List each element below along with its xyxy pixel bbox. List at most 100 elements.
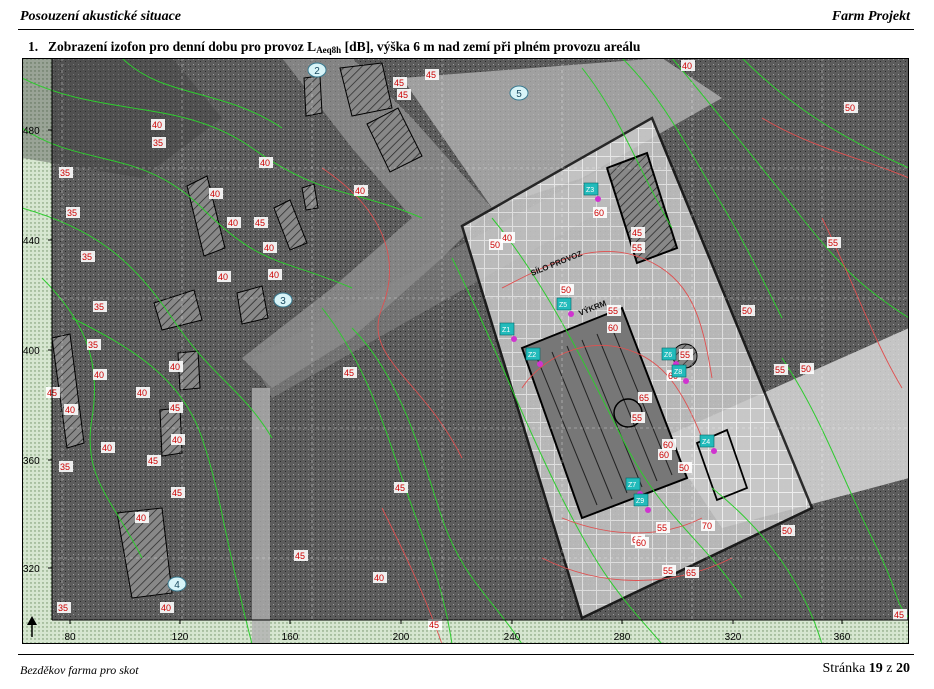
heading-subscript: Aeq8h xyxy=(316,45,342,55)
level-label: 35 xyxy=(58,603,68,613)
heading-text-2: [dB], výška 6 m nad zemí při plném provo… xyxy=(341,39,641,54)
source-label: Z9 xyxy=(636,498,644,505)
level-label: 70 xyxy=(702,521,712,531)
level-label: 40 xyxy=(137,388,147,398)
project-name: Bezděkov farma pro skot xyxy=(20,663,139,677)
source-label: Z3 xyxy=(586,187,594,194)
source-point-icon xyxy=(568,311,574,317)
level-label: 45 xyxy=(632,228,642,238)
level-label: 45 xyxy=(172,488,182,498)
source-point-icon xyxy=(595,196,601,202)
level-label: 60 xyxy=(636,538,646,548)
level-label: 40 xyxy=(65,405,75,415)
level-label: 40 xyxy=(502,233,512,243)
page-number: Stránka 19 z 20 xyxy=(823,661,910,677)
level-label: 45 xyxy=(426,70,436,80)
page-separator: z xyxy=(886,661,893,676)
source-label: Z4 xyxy=(702,439,710,446)
level-label: 45 xyxy=(398,90,408,100)
y-tick-label: 440 xyxy=(23,236,40,247)
x-tick-label: 320 xyxy=(725,632,742,643)
source-label: Z7 xyxy=(628,482,636,489)
level-label: 40 xyxy=(682,61,692,71)
level-label: 45 xyxy=(894,610,904,620)
source-label: Z2 xyxy=(528,352,536,359)
level-label: 35 xyxy=(60,462,70,472)
x-tick-label: 360 xyxy=(834,632,851,643)
level-label: 40 xyxy=(218,272,228,282)
level-label: 40 xyxy=(161,603,171,613)
level-label: 45 xyxy=(295,551,305,561)
section-number: 1. xyxy=(28,39,39,54)
level-label: 50 xyxy=(801,364,811,374)
level-label: 45 xyxy=(255,218,265,228)
document-title: Posouzení akustické situace xyxy=(20,9,182,24)
level-label: 40 xyxy=(374,573,384,583)
marker-label: 3 xyxy=(280,296,286,307)
level-label: 40 xyxy=(228,218,238,228)
source-label: Z8 xyxy=(674,369,682,376)
level-label: 35 xyxy=(67,208,77,218)
level-label: 40 xyxy=(94,370,104,380)
marker-label: 2 xyxy=(314,66,320,77)
y-tick-label: 360 xyxy=(23,456,40,467)
source-point-icon xyxy=(711,448,717,454)
level-label: 40 xyxy=(355,186,365,196)
source-label: Z6 xyxy=(664,352,672,359)
level-label: 50 xyxy=(742,306,752,316)
level-label: 40 xyxy=(152,120,162,130)
level-label: 55 xyxy=(608,306,618,316)
level-label: 35 xyxy=(88,340,98,350)
source-point-icon xyxy=(511,336,517,342)
y-tick-label: 480 xyxy=(23,126,40,137)
company-name: Farm Projekt xyxy=(831,9,910,24)
x-tick-label: 120 xyxy=(172,632,189,643)
x-tick-label: 160 xyxy=(282,632,299,643)
level-label: 40 xyxy=(210,189,220,199)
level-label: 55 xyxy=(828,238,838,248)
y-tick-label: 320 xyxy=(23,564,40,575)
level-label: 50 xyxy=(845,103,855,113)
level-label: 60 xyxy=(663,440,673,450)
level-label: 55 xyxy=(657,523,667,533)
level-label: 40 xyxy=(264,243,274,253)
level-label: 60 xyxy=(659,450,669,460)
level-label: 40 xyxy=(269,270,279,280)
level-label: 55 xyxy=(632,243,642,253)
source-point-icon xyxy=(683,378,689,384)
x-tick-label: 280 xyxy=(614,632,631,643)
level-label: 60 xyxy=(594,208,604,218)
level-label: 45 xyxy=(148,456,158,466)
level-label: 55 xyxy=(632,413,642,423)
level-label: 35 xyxy=(153,138,163,148)
marker-label: 4 xyxy=(174,580,180,591)
level-label: 40 xyxy=(170,362,180,372)
footer-rule xyxy=(18,654,914,655)
level-label: 55 xyxy=(663,566,673,576)
level-label: 65 xyxy=(639,393,649,403)
level-label: 45 xyxy=(429,620,439,630)
source-point-icon xyxy=(645,507,651,513)
level-label: 55 xyxy=(680,350,690,360)
source-label: Z5 xyxy=(559,302,567,309)
level-label: 50 xyxy=(490,240,500,250)
page-current: 19 xyxy=(868,661,883,676)
level-label: 45 xyxy=(344,368,354,378)
x-tick-label: 200 xyxy=(393,632,410,643)
source-label: Z1 xyxy=(502,327,510,334)
source-point-icon xyxy=(537,361,543,367)
level-label: 45 xyxy=(395,483,405,493)
section-heading: 1. Zobrazení izofon pro denní dobu pro pr… xyxy=(28,39,640,55)
x-tick-label: 80 xyxy=(64,632,76,643)
level-label: 50 xyxy=(782,526,792,536)
level-label: 40 xyxy=(172,435,182,445)
x-tick-label: 240 xyxy=(504,632,521,643)
page-total: 20 xyxy=(896,661,910,676)
header-rule xyxy=(18,29,914,30)
level-label: 35 xyxy=(60,168,70,178)
level-label: 50 xyxy=(561,285,571,295)
level-label: 65 xyxy=(686,568,696,578)
marker-label: 5 xyxy=(516,89,522,100)
level-label: 40 xyxy=(136,513,146,523)
level-label: 35 xyxy=(94,302,104,312)
